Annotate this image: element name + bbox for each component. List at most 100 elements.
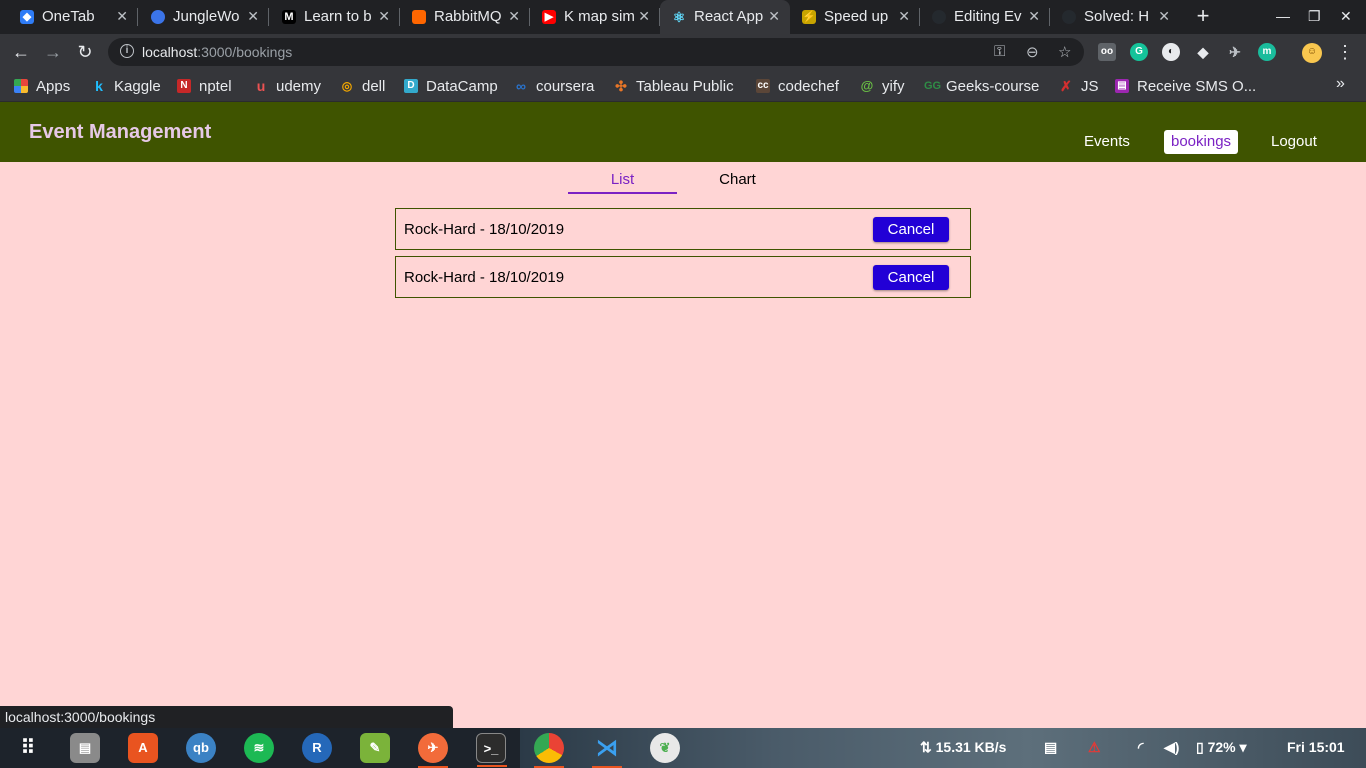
tableau-icon: ✣ (615, 78, 627, 94)
rabbitmq-icon (412, 10, 426, 24)
bookmark-label: Tableau Public (636, 77, 734, 95)
coursera-icon: ∞ (516, 78, 526, 94)
nav-events[interactable]: Events (1077, 130, 1137, 154)
bookmark-star-icon[interactable]: ☆ (1058, 43, 1071, 61)
minimize-icon[interactable]: — (1276, 8, 1290, 24)
url-text[interactable]: localhost:3000/bookings (142, 44, 292, 60)
battery-indicator[interactable]: ▯ 72% ▾ (1196, 739, 1247, 756)
grammarly-icon[interactable]: G (1130, 43, 1148, 61)
chrome-icon[interactable] (534, 733, 564, 768)
github-icon (932, 10, 946, 24)
bookmark-item[interactable]: ✗ JS (1059, 77, 1098, 95)
avatar[interactable]: ☺ (1302, 43, 1322, 63)
nav-bookings[interactable]: bookings (1164, 130, 1239, 154)
reload-icon[interactable]: ↻ (74, 41, 96, 63)
rstudio-icon[interactable]: R (302, 733, 332, 763)
browser-tab[interactable]: M Learn to b ✕ (270, 0, 400, 34)
cancel-button[interactable]: Cancel (873, 265, 949, 290)
files-icon[interactable]: ▤ (70, 733, 100, 763)
close-tab-icon[interactable]: ✕ (898, 8, 910, 25)
bookmark-item[interactable]: ▤ Receive SMS O... (1115, 77, 1256, 95)
link-status-bubble: localhost:3000/bookings (0, 706, 453, 728)
clock[interactable]: Fri 15:01 (1287, 739, 1345, 755)
bookmarks-overflow-icon[interactable]: » (1336, 75, 1345, 93)
close-window-icon[interactable]: ✕ (1340, 8, 1352, 25)
tab-title: K map sim (564, 8, 635, 25)
volume-icon[interactable]: ◀) (1164, 739, 1179, 756)
close-tab-icon[interactable]: ✕ (378, 8, 390, 25)
close-tab-icon[interactable]: ✕ (638, 8, 650, 25)
site-info-icon[interactable]: i (120, 44, 134, 58)
tab-title: RabbitMQ (434, 8, 502, 25)
warning-icon[interactable]: ⚠ (1088, 739, 1101, 756)
close-tab-icon[interactable]: ✕ (768, 8, 780, 25)
tab-title: Speed up (824, 8, 889, 25)
browser-tab[interactable]: JungleWo ✕ (139, 0, 269, 34)
postman-icon[interactable]: ✈ (418, 733, 448, 768)
browser-tab[interactable]: Solved: H ✕ (1050, 0, 1180, 34)
network-speed-indicator[interactable]: ⇅ 15.31 KB/s (920, 739, 1006, 756)
bookmark-item[interactable]: D DataCamp (404, 77, 498, 95)
bookmark-item[interactable]: @ yify (860, 77, 905, 95)
notes-icon[interactable]: ▤ (1044, 739, 1057, 756)
zoom-icon[interactable]: ⊖ (1026, 43, 1039, 61)
spotify-icon[interactable]: ≋ (244, 733, 274, 763)
nav-logout[interactable]: Logout (1264, 130, 1324, 154)
booking-text: Rock-Hard - 18/10/2019 (404, 269, 565, 286)
qbittorrent-icon[interactable]: qb (186, 733, 216, 763)
extension-icon[interactable]: oo (1098, 43, 1116, 61)
vscode-icon[interactable]: ⋊ (592, 733, 622, 768)
extension-icon[interactable]: m (1258, 43, 1276, 61)
cancel-button[interactable]: Cancel (873, 217, 949, 242)
browser-toolbar: ← → ↻ i localhost:3000/bookings ⚿ ⊖ ☆ oo… (0, 34, 1366, 70)
address-bar[interactable]: i localhost:3000/bookings ⚿ ⊖ ☆ (108, 38, 1084, 66)
close-tab-icon[interactable]: ✕ (508, 8, 520, 25)
software-center-icon[interactable]: A (128, 733, 158, 763)
tab-title: JungleWo (173, 8, 240, 25)
new-tab-button[interactable]: + (1192, 4, 1214, 28)
mongodb-compass-icon[interactable]: ❦ (650, 733, 680, 763)
tab-title: OneTab (42, 8, 95, 25)
system-taskbar: ⠿ ▤ A qb ≋ R ✎ ✈ >_ ⋊ ❦ ⇅ 15.31 KB/s ▤ ⚠… (0, 728, 1366, 768)
tab-chart[interactable]: Chart (683, 166, 792, 194)
onetab-icon[interactable]: ◆ (1194, 43, 1212, 61)
browser-tab[interactable]: ◆ OneTab ✕ (8, 0, 138, 34)
extension-icon[interactable]: ◐ (1162, 43, 1180, 61)
battery-text: 72% (1207, 739, 1236, 755)
restore-window-icon[interactable]: ❐ (1308, 8, 1321, 25)
browser-tab[interactable]: RabbitMQ ✕ (400, 0, 530, 34)
bookmark-item[interactable]: Apps (14, 77, 70, 95)
terminal-icon[interactable]: >_ (476, 733, 507, 767)
bookmark-item[interactable]: k Kaggle (92, 77, 161, 95)
bookmark-label: nptel (199, 77, 232, 95)
text-editor-icon[interactable]: ✎ (360, 733, 390, 763)
bookmark-item[interactable]: GG Geeks-course (924, 77, 1039, 95)
bookmark-item[interactable]: u udemy (254, 77, 321, 95)
bookmark-item[interactable]: ✣ Tableau Public (614, 77, 734, 95)
bookmark-item[interactable]: cc codechef (756, 77, 839, 95)
bookmark-item[interactable]: ◎ dell (340, 77, 386, 95)
browser-tab[interactable]: Editing Ev ✕ (920, 0, 1050, 34)
onetab-icon: ◆ (20, 10, 34, 24)
close-tab-icon[interactable]: ✕ (1028, 8, 1040, 25)
browser-tab-active[interactable]: ⚛ React App ✕ (660, 0, 790, 34)
key-icon[interactable]: ⚿ (994, 43, 1005, 60)
bookmark-item[interactable]: Nnptel (177, 77, 232, 95)
close-tab-icon[interactable]: ✕ (1158, 8, 1170, 25)
bookmark-item[interactable]: ∞ coursera (514, 77, 594, 95)
extension-icon[interactable]: ✈ (1226, 43, 1244, 61)
close-tab-icon[interactable]: ✕ (247, 8, 259, 25)
browser-tab[interactable]: ⚡ Speed up ✕ (790, 0, 920, 34)
tab-list[interactable]: List (568, 166, 677, 194)
wifi-icon[interactable]: ◜ (1138, 739, 1143, 756)
youtube-icon: ▶ (542, 10, 556, 24)
back-icon[interactable]: ← (10, 41, 32, 63)
menu-icon[interactable]: ⋮ (1334, 41, 1356, 63)
junglewo-icon (151, 10, 165, 24)
forward-icon[interactable]: → (42, 41, 64, 63)
show-apps-icon[interactable]: ⠿ (13, 733, 43, 763)
geeks-icon: GG (924, 80, 942, 92)
browser-tab[interactable]: ▶ K map sim ✕ (530, 0, 660, 34)
booking-item: Rock-Hard - 18/10/2019 Cancel (395, 208, 971, 250)
close-tab-icon[interactable]: ✕ (116, 8, 128, 25)
